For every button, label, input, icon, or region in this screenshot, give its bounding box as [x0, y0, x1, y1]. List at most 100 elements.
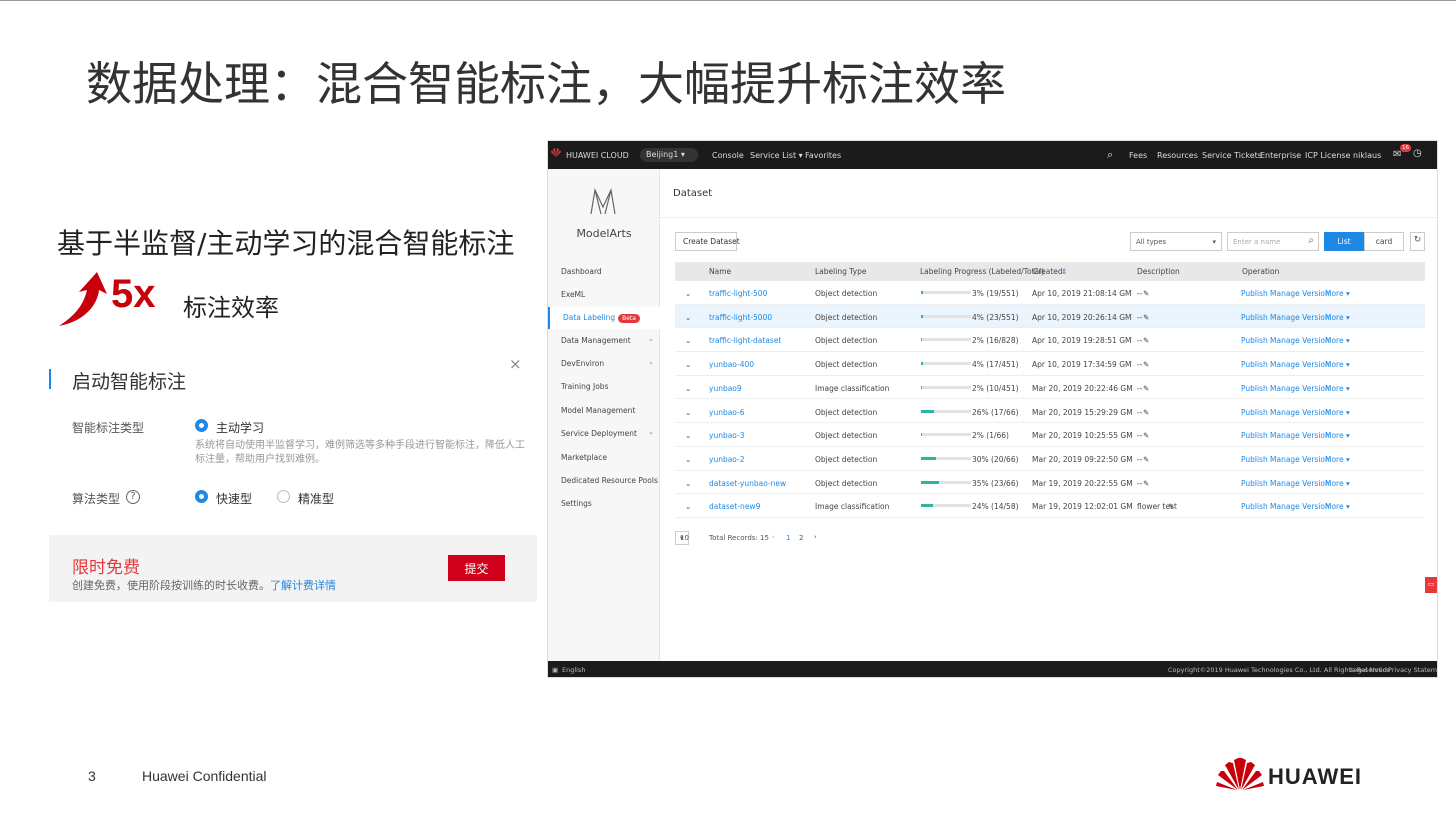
publish-link[interactable]: Publish: [1241, 384, 1268, 393]
legal-notice-link[interactable]: Legal Notice: [1350, 666, 1390, 674]
edit-icon[interactable]: ✎: [1143, 384, 1149, 393]
publish-link[interactable]: Publish: [1241, 289, 1268, 298]
table-row[interactable]: ⌄ traffic-light-5000 Object detection 4% (2…: [675, 304, 1425, 329]
expand-icon[interactable]: ⌄: [685, 313, 691, 322]
dataset-name-link[interactable]: traffic-light-500: [709, 289, 767, 298]
sidebar-item-dashboard[interactable]: Dashboard: [548, 261, 660, 283]
edit-icon[interactable]: ✎: [1143, 408, 1149, 417]
col-labeling-type[interactable]: Labeling Type: [815, 267, 866, 276]
manage-version-link[interactable]: Manage Version: [1270, 336, 1330, 345]
expand-icon[interactable]: ⌄: [685, 408, 691, 417]
sidebar-item-data-management[interactable]: Data Management ⌄: [548, 330, 660, 352]
sidebar-item-devenviron[interactable]: DevEnviron ⌄: [548, 353, 660, 375]
more-link[interactable]: More ▾: [1325, 408, 1350, 417]
table-row[interactable]: ⌄ yunbao-6 Object detection 26% (17/66) Mar …: [675, 400, 1425, 424]
privacy-statement-link[interactable]: Privacy Statement: [1388, 666, 1437, 674]
publish-link[interactable]: Publish: [1241, 313, 1268, 322]
edit-icon[interactable]: ✎: [1143, 360, 1149, 369]
publish-link[interactable]: Publish: [1241, 502, 1268, 511]
search-icon[interactable]: ⌕: [1308, 235, 1314, 246]
sidebar-item-resource-pools[interactable]: Dedicated Resource Pools: [548, 470, 660, 492]
table-row[interactable]: ⌄ traffic-light-500 Object detection 3% (19…: [675, 281, 1425, 305]
search-icon[interactable]: ⌕: [1107, 148, 1113, 162]
manage-version-link[interactable]: Manage Version: [1270, 289, 1330, 298]
nav-service-tickets[interactable]: Service Tickets: [1202, 151, 1262, 160]
col-description[interactable]: Description: [1137, 267, 1180, 276]
more-link[interactable]: More ▾: [1325, 313, 1350, 322]
nav-console[interactable]: Console: [712, 151, 744, 160]
nav-favorites[interactable]: Favorites: [805, 151, 841, 160]
col-created[interactable]: Created: [1033, 267, 1063, 276]
more-link[interactable]: More ▾: [1325, 289, 1350, 298]
dataset-name-link[interactable]: yunbao9: [709, 384, 742, 393]
expand-icon[interactable]: ⌄: [685, 384, 691, 393]
manage-version-link[interactable]: Manage Version: [1270, 431, 1330, 440]
search-input[interactable]: Enter a name ⌕: [1227, 232, 1319, 251]
close-icon[interactable]: ×: [509, 355, 522, 373]
page-1[interactable]: 1: [786, 534, 790, 542]
edit-icon[interactable]: ✎: [1143, 336, 1149, 345]
manage-version-link[interactable]: Manage Version: [1270, 408, 1330, 417]
next-page-icon[interactable]: ›: [814, 533, 817, 541]
table-row[interactable]: ⌄ dataset-yunbao-new Object detection 35% (…: [675, 471, 1425, 495]
radio-active-learning[interactable]: [195, 419, 208, 432]
edit-icon[interactable]: ✎: [1143, 455, 1149, 464]
manage-version-link[interactable]: Manage Version: [1270, 360, 1330, 369]
expand-icon[interactable]: ⌄: [685, 502, 691, 511]
dataset-name-link[interactable]: yunbao-400: [709, 360, 754, 369]
clock-icon[interactable]: ◷: [1413, 148, 1422, 159]
edit-icon[interactable]: ✎: [1143, 431, 1149, 440]
edit-icon[interactable]: ✎: [1143, 313, 1149, 322]
page-2[interactable]: 2: [799, 534, 803, 542]
col-progress[interactable]: Labeling Progress (Labeled/Total): [920, 267, 1044, 276]
table-row[interactable]: ⌄ yunbao-2 Object detection 30% (20/66) Mar …: [675, 447, 1425, 471]
col-operation[interactable]: Operation: [1242, 267, 1279, 276]
more-link[interactable]: More ▾: [1325, 360, 1350, 369]
expand-icon[interactable]: ⌄: [685, 479, 691, 488]
table-row[interactable]: ⌄ yunbao-3 Object detection 2% (1/66) Mar 20…: [675, 423, 1425, 447]
expand-icon[interactable]: ⌄: [685, 360, 691, 369]
table-row[interactable]: ⌄ yunbao9 Image classification 2% (10/451) M…: [675, 376, 1425, 400]
expand-icon[interactable]: ⌄: [685, 289, 691, 298]
nav-enterprise[interactable]: Enterprise: [1260, 151, 1301, 160]
feedback-tab[interactable]: ▭: [1425, 577, 1437, 593]
sidebar-item-marketplace[interactable]: Marketplace: [548, 447, 660, 469]
sort-icon[interactable]: ⇕: [1061, 267, 1067, 276]
publish-link[interactable]: Publish: [1241, 431, 1268, 440]
radio-precise[interactable]: [277, 490, 290, 503]
billing-link[interactable]: 了解计费详情: [270, 579, 336, 592]
sidebar-item-model-management[interactable]: Model Management: [548, 400, 660, 422]
language-switch[interactable]: English: [562, 666, 585, 674]
edit-icon[interactable]: ✎: [1143, 479, 1149, 488]
cloud-brand[interactable]: HUAWEI CLOUD: [566, 151, 629, 160]
dataset-name-link[interactable]: yunbao-2: [709, 455, 745, 464]
nav-resources[interactable]: Resources: [1157, 151, 1198, 160]
create-dataset-button[interactable]: Create Dataset: [675, 232, 740, 251]
region-selector[interactable]: Beijing1 ▾: [640, 148, 698, 162]
publish-link[interactable]: Publish: [1241, 360, 1268, 369]
publish-link[interactable]: Publish: [1241, 479, 1268, 488]
sidebar-item-service-deployment[interactable]: Service Deployment ⌄: [548, 423, 660, 445]
publish-link[interactable]: Publish: [1241, 408, 1268, 417]
type-filter-select[interactable]: All types ▾: [1130, 232, 1222, 251]
manage-version-link[interactable]: Manage Version: [1270, 502, 1330, 511]
expand-icon[interactable]: ⌄: [685, 431, 691, 440]
help-icon[interactable]: ?: [126, 490, 140, 504]
dataset-name-link[interactable]: dataset-new9: [709, 502, 760, 511]
sidebar-item-data-labeling[interactable]: Data Labeling Beta: [548, 307, 660, 329]
table-row[interactable]: ⌄ yunbao-400 Object detection 4% (17/451) Ap…: [675, 352, 1425, 376]
dataset-name-link[interactable]: traffic-light-5000: [709, 313, 772, 322]
table-row[interactable]: ⌄ dataset-new9 Image classification 24% (14…: [675, 494, 1425, 518]
nav-fees[interactable]: Fees: [1129, 151, 1147, 160]
dataset-name-link[interactable]: traffic-light-dataset: [709, 336, 781, 345]
edit-icon[interactable]: ✎: [1143, 289, 1149, 298]
manage-version-link[interactable]: Manage Version: [1270, 384, 1330, 393]
more-link[interactable]: More ▾: [1325, 431, 1350, 440]
manage-version-link[interactable]: Manage Version: [1270, 313, 1330, 322]
page-size-select[interactable]: 10 ▾: [675, 531, 689, 545]
manage-version-link[interactable]: Manage Version: [1270, 479, 1330, 488]
dataset-name-link[interactable]: yunbao-6: [709, 408, 745, 417]
sidebar-item-training-jobs[interactable]: Training Jobs: [548, 376, 660, 398]
nav-icp-license[interactable]: ICP License: [1305, 151, 1350, 160]
list-view-button[interactable]: List: [1324, 232, 1364, 251]
